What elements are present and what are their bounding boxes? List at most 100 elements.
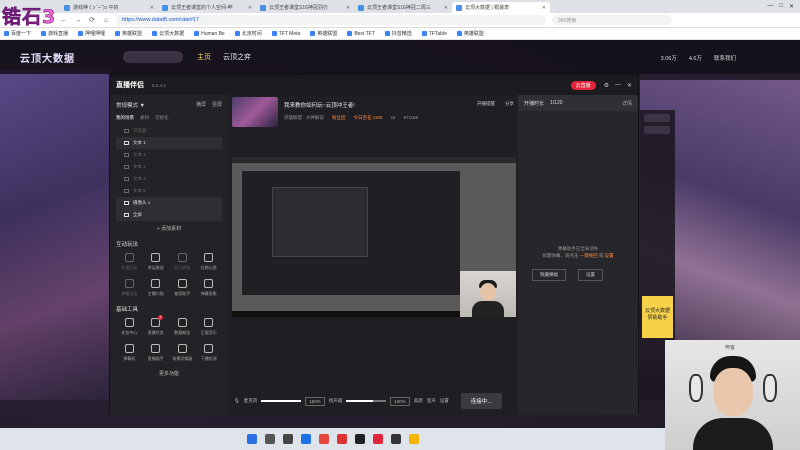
share-button[interactable]: 分享 [505,101,514,127]
tab-close-icon[interactable]: ✕ [444,5,448,11]
tool-item[interactable]: 直播助手 [143,344,170,362]
bookmark-item[interactable]: 英雄联盟 [310,30,337,37]
mode-action[interactable]: 竖屏 [212,101,222,109]
tool-item[interactable]: 下播检测 [196,344,223,362]
site-nav-item[interactable]: 主页 [197,52,211,62]
feedback-button[interactable] [644,114,670,122]
site-ad[interactable]: 云顶大数据 赞助助手 [642,296,673,338]
source-item[interactable]: 文本 4 [116,173,222,185]
bookmark-item[interactable]: 云顶大数据 [152,30,184,37]
interact-item[interactable]: 幸运挑战 [143,253,170,271]
bookmark-item[interactable]: 英雄联盟 [456,30,484,37]
room-category[interactable]: 英雄联盟 · 大神解说 [284,115,324,121]
live-reminder-button[interactable]: 开播提醒 [477,101,495,127]
live-duration-tab[interactable]: 开播时长 [524,100,544,107]
bookmark-item[interactable]: TFT Meta [271,31,300,37]
interact-item[interactable]: 抽奖助手 [169,279,196,297]
media-icon[interactable] [354,434,365,444]
reload-icon[interactable]: ⟳ [88,16,96,24]
interact-item[interactable]: 弹幕投影 [196,279,223,297]
more-features-button[interactable]: 更多功能 [110,370,228,377]
scene-tab[interactable]: 我的场景 [116,115,134,121]
back-icon[interactable]: ← [60,17,68,24]
hide-banner-button[interactable]: 隐藏横幅 [532,269,566,281]
app-settings-icon[interactable]: ⚙ [604,82,609,89]
app-minimize-icon[interactable]: — [615,82,621,89]
mic-slider[interactable] [261,400,302,402]
bookmark-item[interactable]: 抖音精选 [384,30,412,37]
recall-link[interactable]: 一键唤回 [580,253,598,258]
forward-icon[interactable]: → [74,17,82,24]
tool-item[interactable]: 任务中心 [116,318,143,336]
details-link[interactable]: 详情 [622,100,632,107]
mixer-settings-button[interactable]: 设置 [440,398,449,404]
bookmark-item[interactable]: 百度一下 [4,30,31,37]
fans-club[interactable]: 粉丝团 [332,115,346,121]
interact-item[interactable]: 礼物互动 [116,253,143,271]
room-title[interactable]: 我来教你如何玩~云顶冲王者! [284,101,418,109]
scene-tab[interactable]: 可视化 [155,115,169,121]
browser-tab[interactable]: 游戏神 ( ɔ ˘⌣˘)ɔ 平的 ✕ [60,2,158,13]
room-cover[interactable] [232,97,278,127]
bookmark-item[interactable]: 游戏直播 [41,30,68,37]
bilibili-icon[interactable] [372,434,383,444]
tab-close-icon[interactable]: ✕ [542,5,546,11]
task-view-icon[interactable] [282,434,293,444]
tool-item[interactable]: 弹幕机 [116,344,143,362]
search-icon[interactable] [264,434,275,444]
danmaku-settings-link[interactable]: 设置 [605,253,614,258]
tool-item[interactable]: 数据概览 [169,318,196,336]
browser-tab[interactable]: 云顶王者课堂S16神冠二周三 ✕ [354,2,452,13]
mode-action[interactable]: 横屏 [196,101,206,109]
source-item[interactable]: 摄像头 1 [116,197,222,209]
site-logo[interactable]: 云顶大数据 [20,50,75,65]
app-close-icon[interactable]: ✕ [627,82,632,89]
source-item[interactable]: 文本 5 [116,185,222,197]
maximize-icon[interactable]: □ [779,3,783,10]
tab-close-icon[interactable]: ✕ [346,5,350,11]
app-icon[interactable] [408,434,419,444]
speaker-slider[interactable] [346,400,387,402]
browser-icon[interactable] [300,434,311,444]
interact-item[interactable]: 开心农场 [169,253,196,271]
source-item[interactable]: 文本 1 [116,149,222,161]
tab-close-icon[interactable]: ✕ [248,5,252,11]
toolbox-button[interactable] [644,126,670,134]
source-item[interactable]: 全屏 [116,209,222,221]
interact-item[interactable]: 弹幕玩法 [116,279,143,297]
tab-close-icon[interactable]: ✕ [150,5,154,11]
game-icon[interactable] [390,434,401,444]
tool-item[interactable]: 场景切换器 [169,344,196,362]
scene-tab[interactable]: 素材 [140,115,149,121]
close-icon[interactable]: ✕ [789,3,794,10]
site-header-item[interactable]: 联系我们 [714,54,736,62]
home-icon[interactable]: ⌂ [102,17,110,24]
stream-preview[interactable] [232,157,516,317]
go-live-button[interactable]: 连接中... [460,393,502,409]
app-icon[interactable] [336,434,347,444]
site-header-item[interactable]: 4.6万 [689,54,702,62]
search-input[interactable]: 360搜索 [552,15,672,25]
source-item[interactable]: 文本 2 [116,161,222,173]
add-source-button[interactable]: + 添加素材 [110,225,228,232]
site-search-input[interactable] [123,51,183,63]
browser-tab[interactable]: 云顶大数据 | 概装表 ✕ [452,2,550,13]
mode-select[interactable]: 常规模式 ▼ [116,101,145,109]
source-item[interactable]: 文本 1 [116,137,222,149]
tool-item[interactable]: 正版音乐 [196,318,223,336]
site-header-item[interactable]: 3.06万 [661,54,677,62]
beauty-button[interactable]: 美颜 [414,398,423,404]
interact-item[interactable]: 礼物心愿 [196,253,223,271]
minimize-icon[interactable]: — [767,3,773,10]
address-bar[interactable]: https://www.datatft.com/rate#17 [116,15,546,25]
mic-percent[interactable]: 150% [305,396,325,406]
browser-tab[interactable]: 云顶王者课堂S16神冠羽刃 ✕ [256,2,354,13]
bookmark-item[interactable]: 押哩押哩 [78,30,105,37]
mic-icon[interactable]: 🎙 [234,398,240,404]
browser-tab[interactable]: 云顶王者课堂的个人空间-哔 ✕ [158,2,256,13]
right-settings-button[interactable]: 设置 [578,269,603,281]
site-nav-item[interactable]: 云顶之弈 [223,52,251,62]
bookmark-item[interactable]: 英雄联盟 [115,30,142,37]
bookmark-item[interactable]: Best TFT [347,31,375,37]
speaker-percent[interactable]: 100% [390,396,410,406]
